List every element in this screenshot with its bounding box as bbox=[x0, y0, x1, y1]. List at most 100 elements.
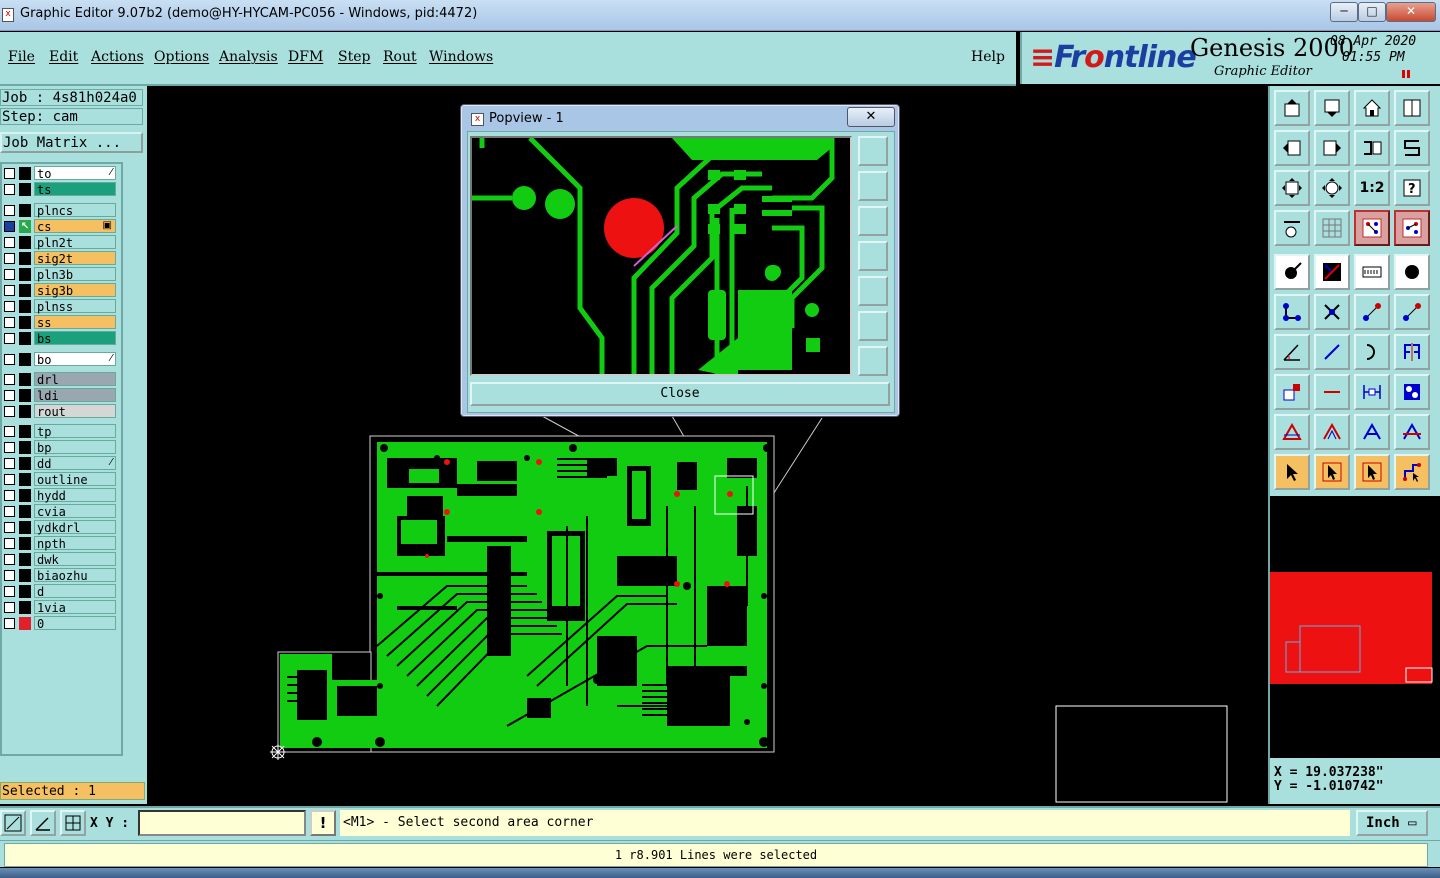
help-icon[interactable]: ? bbox=[1394, 170, 1430, 206]
layer-color-icon[interactable] bbox=[19, 457, 31, 470]
layer-checkbox[interactable] bbox=[4, 333, 15, 344]
layer-checkbox[interactable] bbox=[4, 301, 15, 312]
layer-row-bs[interactable]: bs bbox=[2, 331, 118, 346]
pan-left-icon[interactable] bbox=[1274, 130, 1310, 166]
group-icon[interactable] bbox=[1394, 374, 1430, 410]
net-select-icon[interactable] bbox=[1394, 210, 1430, 246]
layer-row-ldi[interactable]: ldi bbox=[2, 388, 118, 403]
layer-name[interactable]: hydd bbox=[34, 488, 116, 503]
layer-name[interactable]: dwk bbox=[34, 552, 116, 567]
layer-row-biaozhu[interactable]: biaozhu bbox=[2, 568, 118, 583]
add-pad-icon[interactable] bbox=[1274, 254, 1310, 290]
page-icon[interactable] bbox=[1394, 90, 1430, 126]
layer-color-icon[interactable] bbox=[19, 473, 31, 486]
layer-name[interactable]: plnss bbox=[34, 299, 116, 314]
layer-checkbox[interactable] bbox=[4, 205, 15, 216]
popview-zoom-in-button[interactable] bbox=[858, 346, 888, 376]
select-arrow-icon[interactable] bbox=[1274, 454, 1310, 490]
layer-name[interactable]: biaozhu bbox=[34, 568, 116, 583]
layer-checkbox[interactable] bbox=[4, 506, 15, 517]
arch-icon[interactable] bbox=[1354, 414, 1390, 450]
layer-color-icon[interactable]: ↖ bbox=[19, 220, 31, 233]
move-pad-icon[interactable] bbox=[1354, 294, 1390, 330]
layer-name[interactable]: dd ⁄ bbox=[34, 456, 116, 471]
popview-pan-right-button[interactable] bbox=[858, 276, 888, 306]
home-icon[interactable] bbox=[1354, 90, 1390, 126]
layer-name[interactable]: plncs bbox=[34, 203, 116, 218]
layer-name[interactable]: ydkdrl bbox=[34, 520, 116, 535]
layer-color-icon[interactable] bbox=[19, 537, 31, 550]
pan-right-icon[interactable] bbox=[1314, 130, 1350, 166]
outline-icon[interactable] bbox=[1394, 414, 1430, 450]
menu-help[interactable]: Help bbox=[971, 49, 1005, 65]
connect-icon[interactable] bbox=[1274, 294, 1310, 330]
layer-color-icon[interactable] bbox=[19, 521, 31, 534]
layer-name[interactable]: 1via bbox=[34, 600, 116, 615]
popview-close-x[interactable]: ✕ bbox=[847, 107, 895, 127]
layer-name[interactable]: cs ▣ bbox=[34, 219, 116, 234]
layer-color-icon[interactable] bbox=[19, 300, 31, 313]
snap-grid-icon[interactable] bbox=[60, 810, 86, 836]
layer-name[interactable]: drl bbox=[34, 372, 116, 387]
layer-checkbox[interactable] bbox=[4, 618, 15, 629]
close-window-button[interactable]: ✕ bbox=[1386, 2, 1436, 22]
layer-name[interactable]: ldi bbox=[34, 388, 116, 403]
layer-name[interactable]: npth bbox=[34, 536, 116, 551]
menu-edit[interactable]: Edit bbox=[49, 49, 78, 65]
popview-canvas[interactable] bbox=[470, 136, 852, 376]
layer-checkbox[interactable] bbox=[4, 458, 15, 469]
layer-checkbox[interactable] bbox=[4, 285, 15, 296]
mirror-icon[interactable] bbox=[1394, 334, 1430, 370]
popview-pan-down-button[interactable] bbox=[858, 206, 888, 236]
layer-checkbox[interactable] bbox=[4, 237, 15, 248]
polygon-icon[interactable] bbox=[1274, 414, 1310, 450]
layer-row-outline[interactable]: outline bbox=[2, 472, 118, 487]
layer-row-sig2t[interactable]: sig2t bbox=[2, 251, 118, 266]
layer-color-icon[interactable] bbox=[19, 183, 31, 196]
layer-row-plncs[interactable]: plncs bbox=[2, 203, 118, 218]
layer-row-sig3b[interactable]: sig3b bbox=[2, 283, 118, 298]
layer-name[interactable]: outline bbox=[34, 472, 116, 487]
layer-checkbox[interactable] bbox=[4, 354, 15, 365]
layer-row-hydd[interactable]: hydd bbox=[2, 488, 118, 503]
layer-color-icon[interactable] bbox=[19, 425, 31, 438]
move-line-icon[interactable] bbox=[1394, 294, 1430, 330]
pan-down-icon[interactable] bbox=[1314, 90, 1350, 126]
minimize-button[interactable]: ─ bbox=[1330, 2, 1358, 22]
maximize-button[interactable]: □ bbox=[1358, 2, 1386, 22]
dimension-icon[interactable] bbox=[1354, 374, 1390, 410]
layer-name[interactable]: sig3b bbox=[34, 283, 116, 298]
layer-checkbox[interactable] bbox=[4, 522, 15, 533]
select-net-icon[interactable] bbox=[1394, 454, 1430, 490]
layer-color-icon[interactable] bbox=[19, 585, 31, 598]
zoom-fit-icon[interactable] bbox=[1274, 170, 1310, 206]
angle-icon[interactable] bbox=[1274, 334, 1310, 370]
resize-icon[interactable] bbox=[1274, 374, 1310, 410]
layer-name[interactable]: bp bbox=[34, 440, 116, 455]
layer-row-dd[interactable]: dd ⁄ bbox=[2, 456, 118, 471]
measure-icon[interactable] bbox=[1274, 210, 1310, 246]
layer-row-pln3b[interactable]: pln3b bbox=[2, 267, 118, 282]
menu-analysis[interactable]: Analysis bbox=[219, 49, 278, 65]
net-highlight-icon[interactable] bbox=[1354, 210, 1390, 246]
layer-row-drl[interactable]: drl bbox=[2, 372, 118, 387]
layer-row-to[interactable]: to ⁄ bbox=[2, 166, 118, 181]
menu-options[interactable]: Options bbox=[154, 49, 209, 65]
pan-up-icon[interactable] bbox=[1274, 90, 1310, 126]
layer-name[interactable]: cvia bbox=[34, 504, 116, 519]
cross-icon[interactable] bbox=[1314, 294, 1350, 330]
menu-file[interactable]: File bbox=[8, 49, 35, 65]
layer-name[interactable]: d bbox=[34, 584, 116, 599]
layer-row-ts[interactable]: ts bbox=[2, 182, 118, 197]
layer-color-icon[interactable] bbox=[19, 316, 31, 329]
select-area-icon[interactable] bbox=[1314, 454, 1350, 490]
layer-color-icon[interactable] bbox=[19, 441, 31, 454]
layer-row-ydkdrl[interactable]: ydkdrl bbox=[2, 520, 118, 535]
layer-name[interactable]: ss bbox=[34, 315, 116, 330]
job-matrix-button[interactable]: Job Matrix ... bbox=[0, 132, 143, 153]
triangle-icon[interactable] bbox=[1314, 414, 1350, 450]
popview-close-button[interactable]: Close bbox=[470, 382, 890, 406]
layer-row-bp[interactable]: bp bbox=[2, 440, 118, 455]
layer-row-0[interactable]: 0 bbox=[2, 616, 118, 631]
layer-checkbox[interactable] bbox=[4, 554, 15, 565]
